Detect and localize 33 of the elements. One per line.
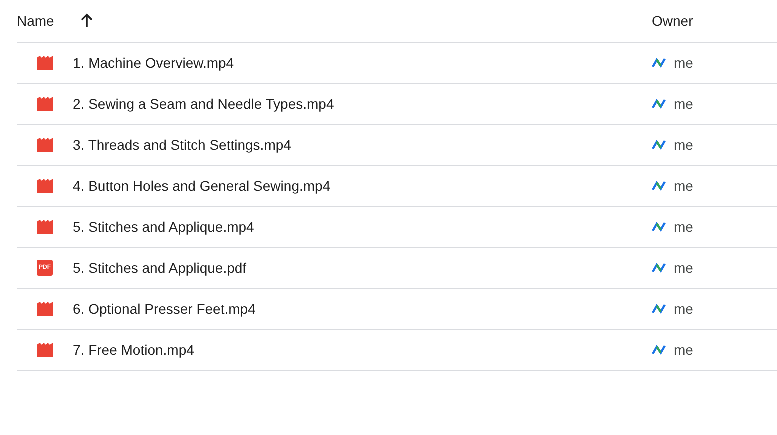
owner-avatar-icon <box>652 345 666 355</box>
owner-name: me <box>674 301 694 317</box>
film-icon <box>37 343 53 357</box>
owner-avatar-icon <box>652 263 666 273</box>
column-header[interactable]: Name <box>17 13 77 29</box>
owner-name: me <box>674 55 694 71</box>
owner-avatar-icon <box>652 58 666 68</box>
file-name[interactable]: 5. Stitches and Applique.mp4 <box>73 219 652 235</box>
file-name[interactable]: 1. Machine Overview.mp4 <box>73 55 652 71</box>
file-name[interactable]: 7. Free Motion.mp4 <box>73 342 652 358</box>
file-name[interactable]: 4. Button Holes and General Sewing.mp4 <box>73 178 652 194</box>
owner-name: me <box>674 342 694 358</box>
film-icon <box>37 138 53 152</box>
file-name[interactable]: 6. Optional Presser Feet.mp4 <box>73 301 652 317</box>
file-name[interactable]: 2. Sewing a Seam and Needle Types.mp4 <box>73 96 652 112</box>
owner-avatar-icon <box>652 181 666 191</box>
owner-name: me <box>674 219 694 235</box>
column-header[interactable]: Owner <box>652 13 777 29</box>
owner-name: me <box>674 96 694 112</box>
film-icon <box>37 97 53 111</box>
owner-avatar-icon <box>652 304 666 314</box>
owner-name: me <box>674 137 694 153</box>
film-icon <box>37 302 53 316</box>
film-icon <box>37 179 53 193</box>
owner-name: me <box>674 178 694 194</box>
owner-avatar-icon <box>652 99 666 109</box>
owner-avatar-icon <box>652 222 666 232</box>
file-name[interactable]: 5. Stitches and Applique.pdf <box>73 260 652 276</box>
film-icon <box>37 220 53 234</box>
owner-name: me <box>674 260 694 276</box>
film-icon <box>37 56 53 70</box>
owner-avatar-icon <box>652 140 666 150</box>
file-name[interactable]: 3. Threads and Stitch Settings.mp4 <box>73 137 652 153</box>
